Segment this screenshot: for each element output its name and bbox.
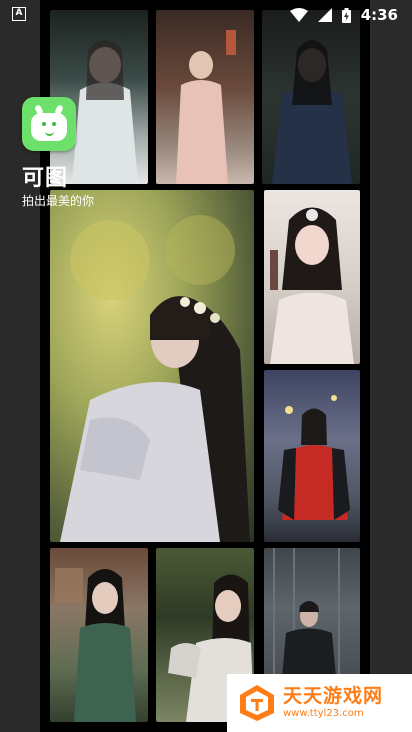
battery-charging-icon (341, 7, 351, 23)
photo-figure (60, 215, 250, 542)
photo-figure (278, 395, 350, 520)
app-slogan: 拍出最美的你 (22, 194, 95, 208)
photo-gallery (40, 0, 370, 732)
app-name: 可图 (22, 166, 69, 191)
logo-eye-right (52, 122, 56, 126)
signal-icon (317, 8, 332, 22)
accessibility-icon: A (12, 7, 26, 21)
app-logo-icon (22, 97, 76, 151)
logo-face (31, 113, 67, 141)
watermark-url: www.ttyl23.com (283, 708, 364, 719)
gallery-photo-5[interactable] (264, 190, 360, 364)
gallery-photo-6[interactable] (264, 370, 360, 542)
gallery-photo-7[interactable] (50, 548, 148, 722)
photo-figure (272, 40, 352, 184)
photo-figure (55, 568, 136, 722)
watermark-text: 天天游戏网 www.ttyl23.com (283, 685, 383, 721)
gallery-photo-4[interactable] (50, 190, 254, 542)
gallery-photo-2[interactable] (156, 10, 254, 184)
photo-figure (270, 207, 354, 364)
clock-time: 4:36 (360, 6, 398, 24)
right-panel (370, 0, 412, 732)
watermark-logo-icon (240, 685, 274, 721)
site-watermark: 天天游戏网 www.ttyl23.com (227, 674, 412, 732)
wifi-icon (289, 8, 308, 22)
logo-mouth (45, 129, 54, 136)
watermark-title: 天天游戏网 (283, 685, 384, 707)
status-icons: 4:36 (289, 6, 398, 24)
logo-eye-left (42, 122, 46, 126)
photo-figure (176, 30, 236, 184)
status-bar: A 4:36 (0, 0, 412, 30)
gallery-photo-3[interactable] (262, 10, 360, 184)
